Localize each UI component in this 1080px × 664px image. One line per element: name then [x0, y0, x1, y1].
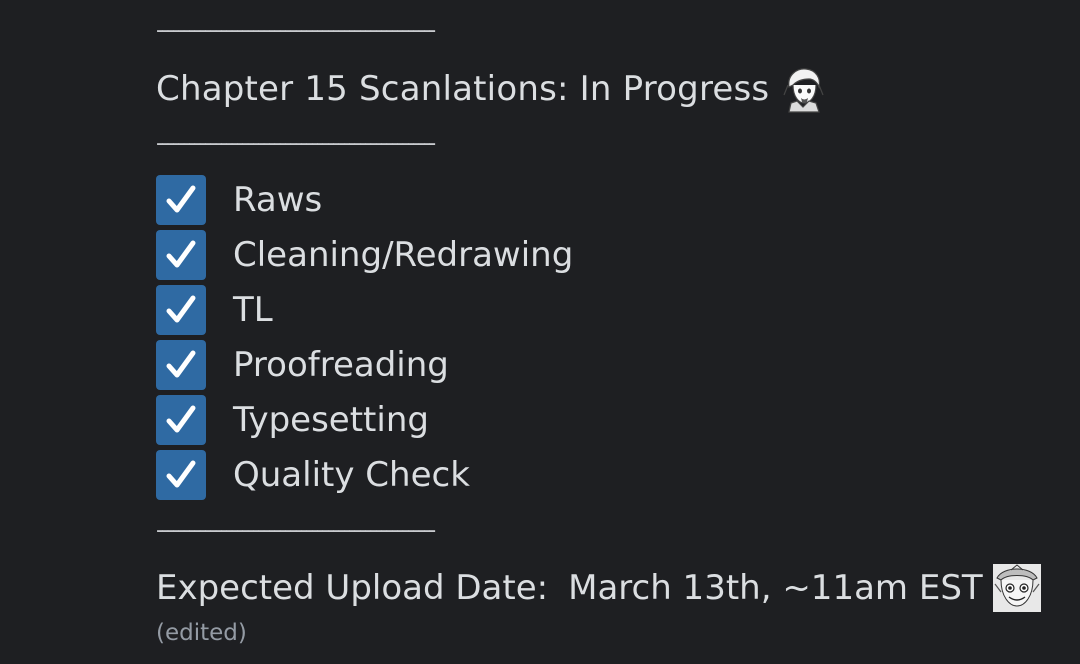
- check-mark-icon: [156, 395, 206, 445]
- checklist-item-cleaning: Cleaning/Redrawing: [156, 230, 573, 280]
- checklist-item-quality-check: Quality Check: [156, 450, 573, 500]
- checklist-item-raws: Raws: [156, 175, 573, 225]
- title-line: Chapter 15 Scanlations: In Progress: [156, 65, 828, 113]
- checklist-item-label: Raws: [233, 180, 323, 220]
- upload-date-value: March 13th, ~11am EST: [568, 568, 983, 608]
- upload-date-label: Expected Upload Date:: [156, 568, 549, 608]
- check-mark-icon: [156, 175, 206, 225]
- checklist-item-tl: TL: [156, 285, 573, 335]
- divider-bottom: ----------------------------------------…: [156, 520, 436, 542]
- chibi-character-emoji-icon[interactable]: [779, 65, 828, 113]
- upload-date-line: Expected Upload Date: March 13th, ~11am …: [156, 562, 1041, 614]
- checklist-item-label: Quality Check: [233, 455, 470, 495]
- manga-character-emoji-icon[interactable]: [992, 564, 1041, 612]
- edited-indicator: (edited): [156, 620, 247, 646]
- checklist-item-label: Typesetting: [233, 400, 429, 440]
- progress-checklist: Raws Cleaning/Redrawing TL Proofreading …: [156, 175, 573, 505]
- checklist-item-label: Proofreading: [233, 345, 449, 385]
- checklist-item-label: Cleaning/Redrawing: [233, 235, 574, 275]
- message-title: Chapter 15 Scanlations: In Progress: [156, 69, 770, 109]
- checklist-item-typesetting: Typesetting: [156, 395, 573, 445]
- check-mark-icon: [156, 450, 206, 500]
- checklist-item-label: TL: [233, 290, 273, 330]
- divider-top: ----------------------------------------…: [156, 20, 436, 42]
- check-mark-icon: [156, 230, 206, 280]
- checklist-item-proofreading: Proofreading: [156, 340, 573, 390]
- divider-middle: ----------------------------------------…: [156, 133, 436, 155]
- check-mark-icon: [156, 285, 206, 335]
- check-mark-icon: [156, 340, 206, 390]
